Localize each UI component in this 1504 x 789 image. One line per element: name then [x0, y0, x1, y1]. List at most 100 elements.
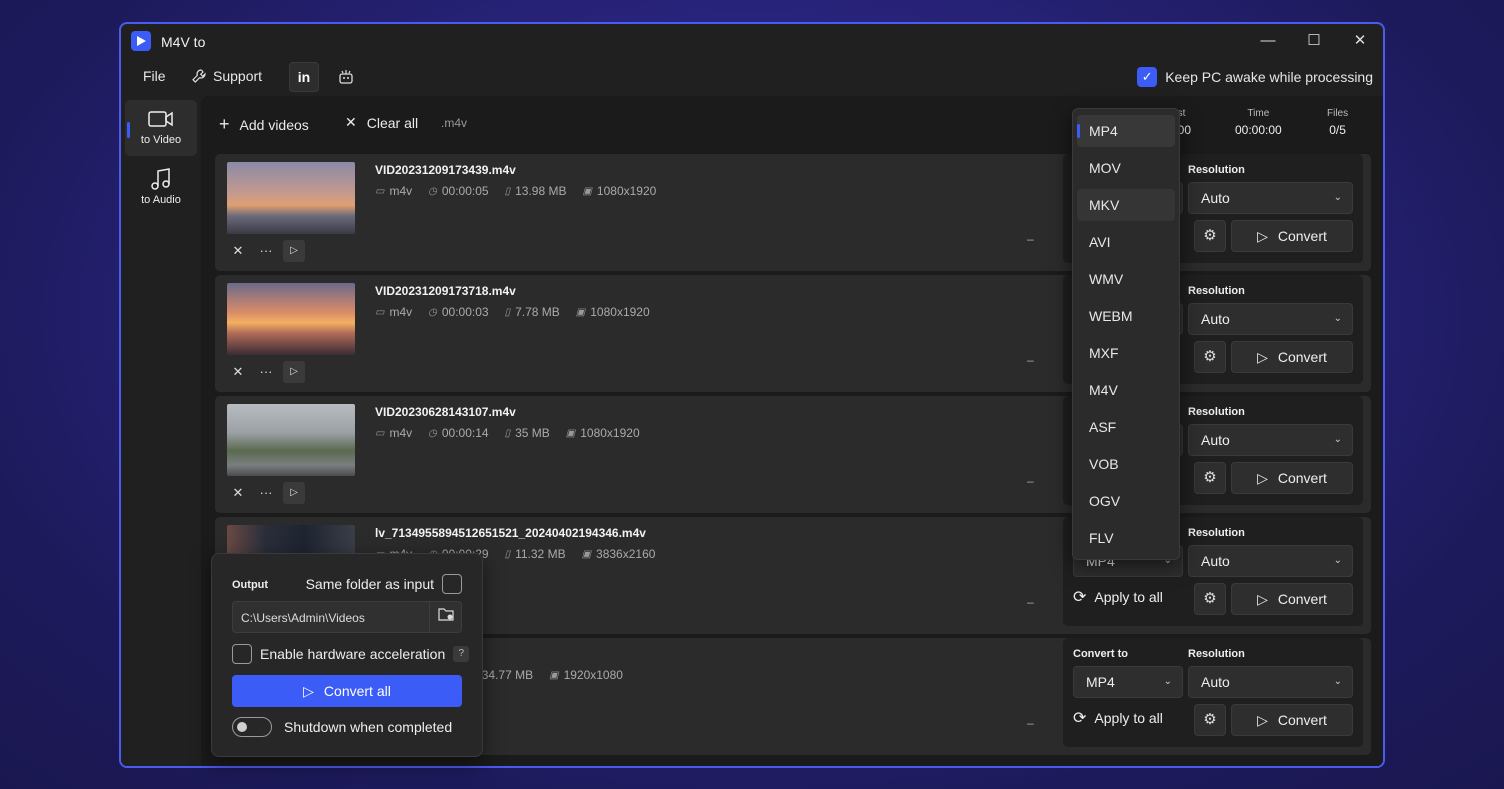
folder-icon	[437, 608, 454, 621]
format-option-vob[interactable]: VOB	[1077, 448, 1175, 480]
resolution-select[interactable]: Auto ⌄	[1188, 303, 1353, 335]
settings-gear-icon[interactable]: ⚙	[1194, 462, 1226, 494]
play-icon: ▷	[1257, 590, 1268, 607]
hardware-acceleration-checkbox[interactable]	[232, 644, 252, 664]
format-option-label: WEBM	[1089, 308, 1133, 324]
format-option-label: WMV	[1089, 271, 1124, 287]
menu-file[interactable]: File	[143, 68, 166, 84]
format-option-ogv[interactable]: OGV	[1077, 485, 1175, 517]
format-option-webm[interactable]: WEBM	[1077, 300, 1175, 332]
chevron-down-icon: ⌄	[1333, 192, 1342, 203]
sidebar-item-to-video[interactable]: to Video	[125, 100, 197, 156]
window-title: M4V to	[161, 34, 206, 50]
preview-play-icon[interactable]: ▷	[283, 361, 305, 383]
convert-label: Convert	[1277, 228, 1327, 244]
format-option-label: MXF	[1089, 345, 1119, 361]
convert-to-select[interactable]: MP4 ⌄	[1073, 666, 1183, 698]
format-option-flv[interactable]: FLV	[1077, 522, 1175, 554]
shutdown-label: Shutdown when completed	[284, 719, 453, 735]
video-thumbnail[interactable]	[227, 283, 355, 355]
resolution-select[interactable]: Auto ⌄	[1188, 182, 1353, 214]
format-option-asf[interactable]: ASF	[1077, 411, 1175, 443]
preview-play-icon[interactable]: ▷	[283, 240, 305, 262]
menu-support[interactable]: Support	[191, 68, 262, 84]
chevron-down-icon: ⌄	[1333, 434, 1342, 445]
browse-folder-button[interactable]	[429, 602, 461, 632]
menu-bar: File Support in ✓ Keep PC awake while pr…	[121, 60, 1383, 94]
settings-gear-icon[interactable]: ⚙	[1194, 704, 1226, 736]
settings-gear-icon[interactable]: ⚙	[1194, 341, 1226, 373]
resolution-select[interactable]: Auto ⌄	[1188, 424, 1353, 456]
shutdown-option[interactable]: Shutdown when completed	[232, 717, 452, 737]
apply-to-all-button[interactable]: ⟳ Apply to all	[1073, 587, 1163, 607]
resolution-label: Resolution	[1188, 527, 1245, 539]
shutdown-toggle[interactable]	[232, 717, 272, 737]
preview-play-icon[interactable]: ▷	[283, 482, 305, 504]
video-icon: ▭	[375, 185, 385, 197]
play-icon: ▷	[1257, 469, 1268, 486]
settings-gear-icon[interactable]: ⚙	[1194, 583, 1226, 615]
linkedin-button[interactable]: in	[289, 62, 319, 92]
convert-button[interactable]: ▷ Convert	[1231, 220, 1353, 252]
file-dimensions: ▣ 1080x1920	[565, 426, 640, 440]
apply-to-all-label: Apply to all	[1094, 589, 1163, 605]
remove-file-icon[interactable]: ✕	[227, 361, 249, 383]
format-option-m4v[interactable]: M4V	[1077, 374, 1175, 406]
apply-to-all-button[interactable]: ⟳ Apply to all	[1073, 708, 1163, 728]
convert-button[interactable]: ▷ Convert	[1231, 583, 1353, 615]
convert-label: Convert	[1277, 712, 1327, 728]
remove-file-icon[interactable]: ✕	[227, 482, 249, 504]
convert-button[interactable]: ▷ Convert	[1231, 704, 1353, 736]
file-format: ▭m4v	[375, 184, 413, 198]
effects-button[interactable]	[337, 68, 355, 86]
file-meta: ▭ m4v ◷ 00:00:14 ▯ 35 MB ▣ 1080x1920	[375, 426, 640, 440]
convert-button[interactable]: ▷ Convert	[1231, 341, 1353, 373]
play-icon: ▷	[1257, 348, 1268, 365]
row-actions: ✕ ··· ▷	[227, 361, 305, 383]
output-path-field[interactable]: C:\Users\Admin\Videos	[232, 601, 462, 633]
add-videos-button[interactable]: + Add videos	[219, 114, 309, 135]
close-button[interactable]: ✕	[1345, 30, 1375, 52]
hardware-acceleration-option[interactable]: Enable hardware acceleration ?	[232, 644, 470, 664]
file-meta: ▭ m4v ◷ 00:00:05 ▯ 13.98 MB ▣ 1080x1920	[375, 184, 656, 198]
output-label: Output	[232, 579, 269, 591]
more-options-icon[interactable]: ···	[255, 482, 277, 504]
format-option-avi[interactable]: AVI	[1077, 226, 1175, 258]
convert-all-button[interactable]: ▷ Convert all	[232, 675, 462, 707]
convert-button[interactable]: ▷ Convert	[1231, 462, 1353, 494]
sidebar-item-to-audio[interactable]: to Audio	[125, 160, 197, 216]
resolution-label: Resolution	[1188, 164, 1245, 176]
format-option-mov[interactable]: MOV	[1077, 152, 1175, 184]
format-option-mp4[interactable]: MP4	[1077, 115, 1175, 147]
same-folder-option[interactable]: Same folder as input	[306, 574, 462, 594]
format-dropdown-menu[interactable]: MP4 MOV MKV AVI WMV WEBM MXF M4V ASF VOB OGV FLV	[1072, 108, 1180, 560]
file-name: VID20231209173718.m4v	[375, 284, 516, 298]
format-option-label: MP4	[1089, 123, 1118, 139]
video-thumbnail[interactable]	[227, 162, 355, 234]
format-option-wmv[interactable]: WMV	[1077, 263, 1175, 295]
minimize-button[interactable]: —	[1253, 30, 1283, 52]
clear-all-button[interactable]: ✕ Clear all	[345, 114, 418, 131]
video-camera-icon	[148, 111, 173, 127]
format-option-label: VOB	[1089, 456, 1119, 472]
help-icon[interactable]: ?	[453, 646, 470, 662]
same-folder-checkbox[interactable]	[442, 574, 462, 594]
remove-file-icon[interactable]: ✕	[227, 240, 249, 262]
format-option-mkv[interactable]: MKV	[1077, 189, 1175, 221]
format-option-label: AVI	[1089, 234, 1111, 250]
wrench-icon	[192, 69, 206, 83]
format-option-mxf[interactable]: MXF	[1077, 337, 1175, 369]
sidebar: to Video to Audio	[121, 96, 201, 766]
settings-gear-icon[interactable]: ⚙	[1194, 220, 1226, 252]
more-options-icon[interactable]: ···	[255, 361, 277, 383]
resolution-label: Resolution	[1188, 406, 1245, 418]
resolution-select[interactable]: Auto ⌄	[1188, 666, 1353, 698]
play-icon: ▷	[303, 682, 314, 699]
video-thumbnail[interactable]	[227, 404, 355, 476]
keep-awake-checkbox[interactable]: ✓	[1137, 67, 1158, 87]
more-options-icon[interactable]: ···	[255, 240, 277, 262]
keep-awake-toggle[interactable]: ✓ Keep PC awake while processing	[1137, 67, 1373, 87]
resolution-select[interactable]: Auto ⌄	[1188, 545, 1353, 577]
maximize-button[interactable]: ☐	[1299, 30, 1329, 52]
stat-time: Time 00:00:00	[1235, 108, 1282, 137]
